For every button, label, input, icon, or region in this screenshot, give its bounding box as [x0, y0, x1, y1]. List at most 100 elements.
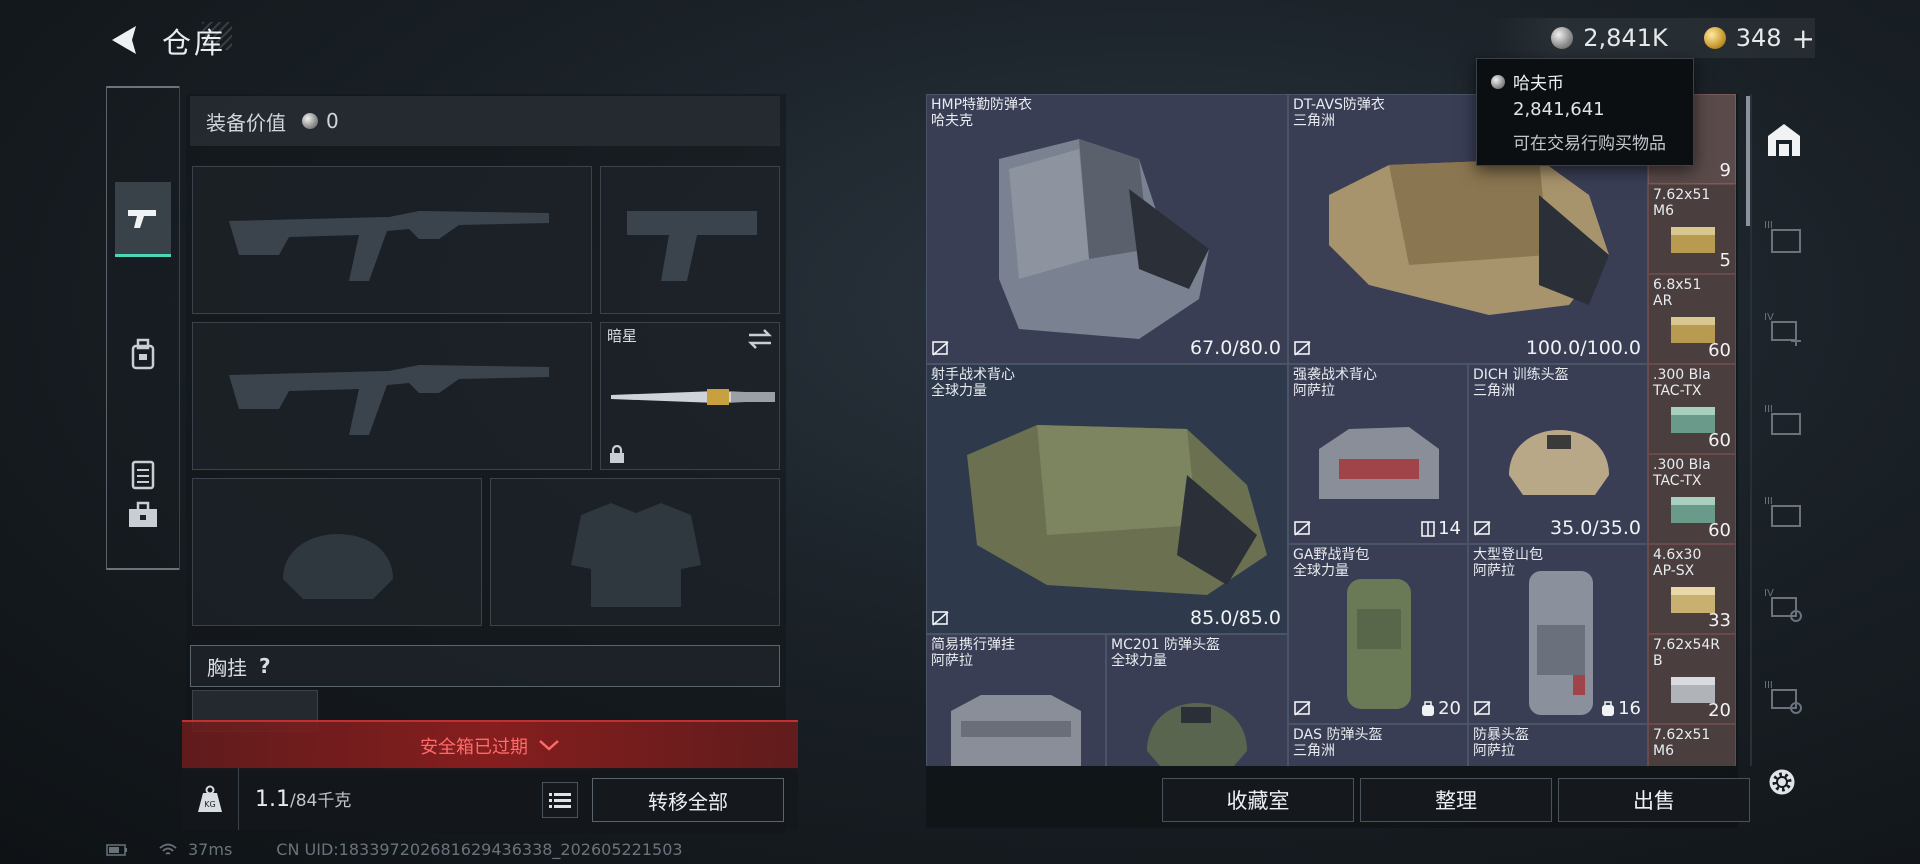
- item-ammo[interactable]: 6.8x51 AR 60: [1648, 274, 1736, 364]
- title-hatch-decoration: [202, 22, 232, 50]
- storage-home-tab[interactable]: [1762, 118, 1806, 162]
- helmet-image: [1147, 703, 1247, 766]
- chest-rig-image: [951, 695, 1081, 766]
- item-ammo[interactable]: .300 Bla TAC-TX 60: [1648, 454, 1736, 544]
- secondary-weapon-slot[interactable]: [192, 322, 592, 470]
- nav-equipment[interactable]: [115, 326, 171, 382]
- rifle-silhouette-icon: [229, 211, 549, 281]
- left-category-nav: [106, 86, 180, 570]
- add-currency-button[interactable]: +: [1792, 22, 1815, 55]
- storage-tab-3[interactable]: III: [1762, 398, 1806, 442]
- nav-toolbox[interactable]: [115, 501, 171, 618]
- weight-bar: KG 1.1/84千克 转移全部: [182, 768, 798, 830]
- sell-button[interactable]: 出售: [1558, 778, 1750, 822]
- helmet-image: [1509, 430, 1609, 495]
- item-shooter-vest[interactable]: 射手战术背心 全球力量 85.0/85.0: [926, 364, 1288, 634]
- battery-icon: [106, 843, 127, 856]
- storage-tab-2[interactable]: IV: [1762, 306, 1806, 350]
- back-arrow-icon[interactable]: [106, 22, 142, 58]
- armor-vest-image: [999, 139, 1209, 339]
- storage-tab-5[interactable]: IV: [1762, 582, 1806, 626]
- tooltip-description: 可在交易行购买物品: [1513, 134, 1666, 154]
- helmet-armor-icon: [131, 338, 155, 370]
- no-repair-icon: [932, 341, 949, 356]
- weight-display: 1.1/84千克: [255, 786, 351, 812]
- helmet-slot[interactable]: [192, 478, 482, 626]
- chevron-down-icon: [539, 740, 559, 751]
- swap-arrows-icon[interactable]: [747, 329, 773, 349]
- item-assault-vest[interactable]: 强袭战术背心 阿萨拉 14: [1288, 364, 1468, 544]
- list-view-button[interactable]: [542, 782, 578, 818]
- transfer-all-button[interactable]: 转移全部: [592, 778, 784, 822]
- status-bar: 37ms CN UID:183397202681629436338_202605…: [106, 840, 683, 859]
- item-ga-backpack[interactable]: GA野战背包 全球力量 20: [1288, 544, 1468, 724]
- storage-tab-4[interactable]: III: [1762, 490, 1806, 534]
- equipment-value-label: 装备价值: [206, 110, 286, 135]
- item-simple-chest-rig[interactable]: 简易携行弹挂 阿萨拉: [926, 634, 1106, 766]
- sort-button[interactable]: 整理: [1360, 778, 1552, 822]
- currency-bar[interactable]: 2,841K 348 +: [1491, 18, 1815, 58]
- hafu-coin-icon: [1491, 74, 1505, 89]
- chest-rig-label: 胸挂: [207, 655, 247, 680]
- hafu-coin-icon: [302, 113, 318, 129]
- equipment-value: 0: [326, 109, 339, 133]
- tactical-vest-image: [967, 425, 1267, 595]
- no-repair-icon: [932, 611, 949, 626]
- nav-weapons[interactable]: [115, 182, 171, 257]
- storage-tab-1[interactable]: III: [1762, 214, 1806, 258]
- durability: 85.0/85.0: [1189, 607, 1281, 629]
- ping-value: 37ms: [188, 840, 233, 859]
- storage-tab-6[interactable]: III: [1762, 674, 1806, 718]
- hafu-coin-amount: 2,841K: [1583, 24, 1668, 52]
- item-large-mountain-pack[interactable]: 大型登山包 阿萨拉 16: [1468, 544, 1648, 724]
- primary-weapon-slot[interactable]: [192, 166, 592, 314]
- premium-coin-icon: [1703, 27, 1726, 49]
- capacity: 16: [1601, 698, 1641, 719]
- no-repair-icon: [1474, 521, 1491, 536]
- item-dich-helmet[interactable]: DICH 训练头盔 三角洲 35.0/35.0: [1468, 364, 1648, 544]
- box-tier-icon: III: [1764, 220, 1801, 253]
- armor-silhouette-icon: [571, 503, 701, 607]
- tooltip-value: 2,841,641: [1513, 99, 1605, 120]
- item-ammo[interactable]: 7.62x54R B 20: [1648, 634, 1736, 724]
- pistol-slot[interactable]: [600, 166, 780, 314]
- armor-slot[interactable]: [490, 478, 780, 626]
- collection-room-button[interactable]: 收藏室: [1162, 778, 1354, 822]
- durability: 67.0/80.0: [1189, 337, 1281, 359]
- capacity: 14: [1421, 518, 1461, 539]
- item-ammo[interactable]: .300 Bla TAC-TX 60: [1648, 364, 1736, 454]
- ammo-box-image: [1671, 227, 1715, 253]
- safe-box-expired-banner[interactable]: 安全箱已过期: [182, 720, 798, 770]
- warehouse-icon: [1768, 124, 1800, 156]
- tactical-vest-image: [1319, 427, 1439, 499]
- no-repair-icon: [1294, 521, 1311, 536]
- item-ammo[interactable]: 4.6x30 AP-SX 33: [1648, 544, 1736, 634]
- item-riot-helmet[interactable]: 防暴头盔 阿萨拉: [1468, 724, 1648, 766]
- box-tier-icon: III: [1764, 404, 1801, 435]
- box-add-icon: IV: [1764, 312, 1801, 346]
- item-ammo[interactable]: 7.62x51 M6 5: [1648, 184, 1736, 274]
- durability: 35.0/35.0: [1549, 517, 1641, 539]
- warehouse-grid: HMP特勤防弹衣 哈夫克 67.0/80.0 DT-AVS防弹衣 三角洲 100…: [926, 94, 1736, 766]
- hafu-coin-icon: [1551, 27, 1574, 49]
- item-mc201-helmet[interactable]: MC201 防弹头盔 全球力量: [1106, 634, 1288, 766]
- pistol-icon: [128, 210, 156, 228]
- backpack-capacity-icon: [1602, 700, 1615, 716]
- chest-rig-header: 胸挂 ?: [190, 645, 780, 687]
- settings-gear-icon[interactable]: [1762, 762, 1802, 802]
- armor-vest-image: [1329, 159, 1609, 315]
- item-hmp-armor[interactable]: HMP特勤防弹衣 哈夫克 67.0/80.0: [926, 94, 1288, 364]
- backpack-image: [1347, 579, 1411, 709]
- chest-rig-help-icon[interactable]: ?: [259, 654, 271, 678]
- capacity: 20: [1421, 698, 1461, 719]
- item-ammo[interactable]: 7.62x51 M6: [1648, 724, 1736, 766]
- weight-current: 1.1: [255, 787, 290, 812]
- uid-text: CN UID:183397202681629436338_20260522150…: [276, 840, 683, 859]
- right-storage-nav: III IV III III IV III: [1752, 94, 1816, 774]
- premium-coin-amount: 348: [1735, 24, 1782, 52]
- nav-vest[interactable]: [115, 446, 171, 502]
- hafu-coin-tooltip: 哈夫币 2,841,641 可在交易行购买物品: [1476, 58, 1694, 166]
- melee-name: 暗星: [607, 327, 638, 345]
- item-das-helmet[interactable]: DAS 防弹头盔 三角洲: [1288, 724, 1468, 766]
- melee-slot[interactable]: 暗星: [600, 322, 780, 470]
